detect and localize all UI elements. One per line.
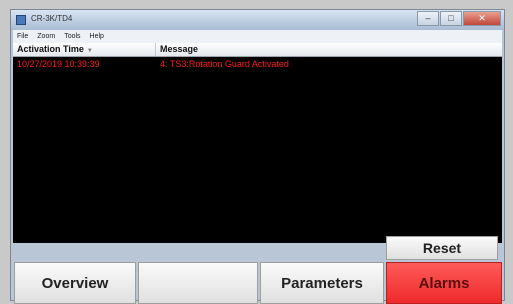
alarm-row[interactable]: 10/27/2019 10:39:39 4: TS3:Rotation Guar… xyxy=(13,58,502,70)
column-message-label: Message xyxy=(160,44,199,54)
alarms-button[interactable]: Alarms xyxy=(386,262,502,304)
title-bar[interactable]: CR-3K/TD4 – □ ✕ xyxy=(11,10,504,30)
overview-button[interactable]: Overview xyxy=(14,262,136,304)
blank-button[interactable] xyxy=(138,262,258,304)
alarm-time: 10/27/2019 10:39:39 xyxy=(17,59,100,69)
window-controls: – □ ✕ xyxy=(417,11,501,26)
app-icon xyxy=(16,15,26,25)
column-activation-time[interactable]: Activation Time ▼ xyxy=(13,43,156,56)
sort-arrow-icon: ▼ xyxy=(86,48,93,54)
alarm-list[interactable]: Activation Time ▼ Message 10/27/2019 10:3… xyxy=(13,43,502,243)
minimize-button[interactable]: – xyxy=(417,11,439,26)
maximize-button[interactable]: □ xyxy=(440,11,462,26)
column-header: Activation Time ▼ Message xyxy=(13,43,502,57)
alarm-message: 4: TS3:Rotation Guard Activated xyxy=(160,59,289,69)
window-title: CR-3K/TD4 xyxy=(31,14,73,23)
reset-button[interactable]: Reset xyxy=(386,236,498,260)
menu-tools[interactable]: Tools xyxy=(64,33,80,40)
menu-help[interactable]: Help xyxy=(90,33,104,40)
menu-zoom[interactable]: Zoom xyxy=(37,33,55,40)
column-message[interactable]: Message xyxy=(156,43,502,56)
column-activation-time-label: Activation Time xyxy=(17,44,84,54)
parameters-button[interactable]: Parameters xyxy=(260,262,384,304)
menu-file[interactable]: File xyxy=(17,33,28,40)
menu-bar: File Zoom Tools Help xyxy=(13,30,502,43)
close-button[interactable]: ✕ xyxy=(463,11,501,26)
